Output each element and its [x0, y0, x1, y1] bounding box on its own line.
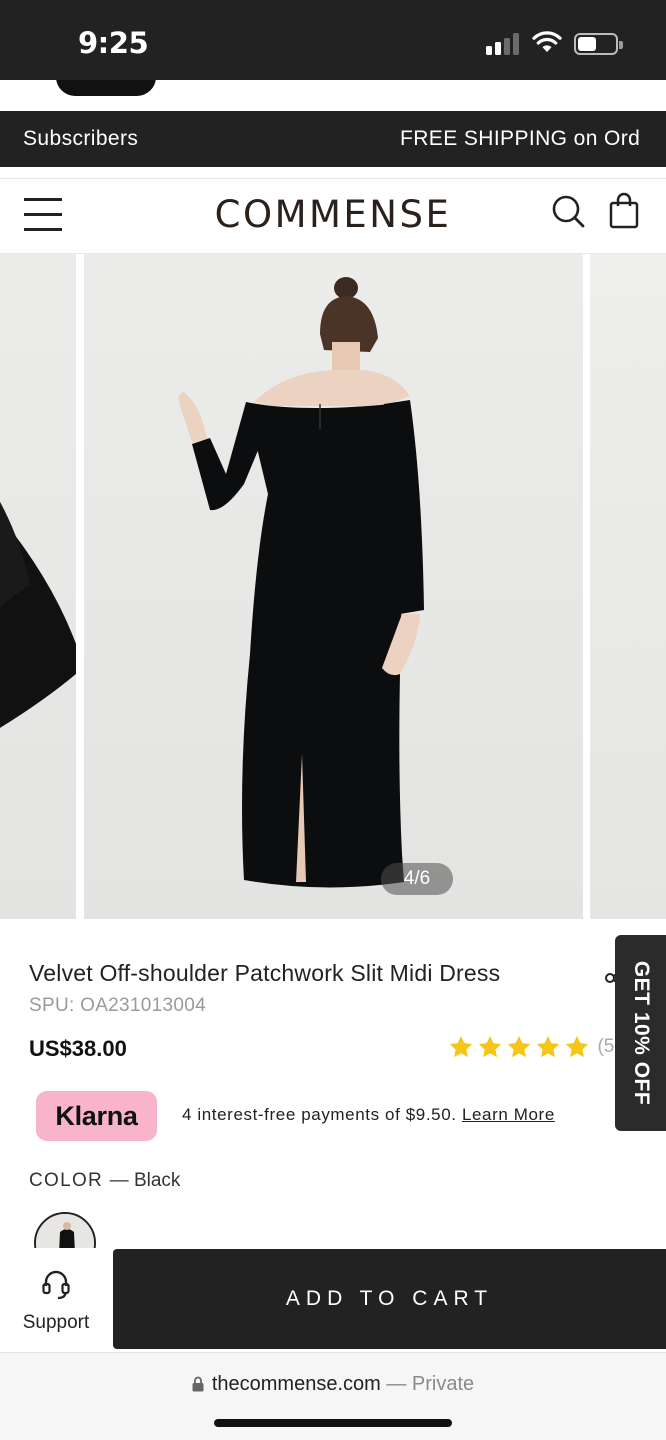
shopping-bag-icon[interactable]: [608, 192, 640, 230]
rating-stars[interactable]: (5): [448, 1034, 621, 1060]
bottom-action-bar: Support ADD TO CART: [0, 1248, 666, 1352]
status-time: 9:25: [78, 26, 149, 60]
color-label: COLOR: [29, 1170, 104, 1191]
gallery-main-image[interactable]: 4/6: [84, 254, 583, 919]
announcement-right[interactable]: FREE SHIPPING on Ord: [400, 127, 640, 151]
model-back-dress-image: [178, 277, 424, 888]
announcement-bar: Subscribers FREE SHIPPING on Ord: [0, 111, 666, 167]
search-icon[interactable]: [550, 193, 586, 229]
headset-icon: [42, 1270, 70, 1300]
url-domain: thecommense.com: [211, 1373, 381, 1395]
gallery-counter: 4/6: [381, 863, 453, 895]
product-image-gallery[interactable]: 4/6: [0, 254, 666, 919]
wifi-icon: [532, 31, 562, 52]
product-title: Velvet Off-shoulder Patchwork Slit Midi …: [29, 960, 501, 986]
status-bar: 9:25: [0, 0, 666, 80]
discount-promo-tab[interactable]: GET 10% OFF: [615, 935, 666, 1131]
klarna-logo: Klarna: [36, 1091, 157, 1141]
signal-icon: [486, 33, 522, 55]
lock-icon: [192, 1376, 204, 1392]
promo-label: GET 10% OFF: [629, 960, 653, 1106]
learn-more-link[interactable]: Learn More: [462, 1105, 555, 1124]
support-label: Support: [22, 1312, 90, 1333]
product-spu: SPU: OA231013004: [29, 995, 206, 1016]
star-icon: [536, 1035, 560, 1058]
gallery-next-image[interactable]: [590, 254, 666, 919]
gallery-prev-image[interactable]: [0, 254, 76, 919]
dress-sleeve-image: [0, 501, 76, 728]
product-price: US$38.00: [29, 1036, 127, 1061]
color-selector-label: COLOR — Black: [29, 1170, 180, 1192]
announcement-left: Subscribers: [23, 127, 139, 150]
selected-color-value: — Black: [109, 1170, 181, 1191]
star-icon: [449, 1035, 473, 1058]
star-icon: [478, 1035, 502, 1058]
scrolled-top-strip: [0, 80, 666, 111]
add-to-cart-button[interactable]: ADD TO CART: [113, 1249, 666, 1349]
battery-icon: [574, 33, 623, 55]
private-label: — Private: [380, 1373, 475, 1395]
browser-address-bar[interactable]: thecommense.com — Private: [0, 1352, 666, 1440]
klarna-info: 4 interest-free payments of $9.50. Learn…: [182, 1105, 555, 1125]
scrolled-button[interactable]: [56, 80, 156, 96]
star-icon: [565, 1035, 589, 1058]
support-button[interactable]: Support: [0, 1248, 112, 1352]
url-display[interactable]: thecommense.com — Private: [0, 1373, 666, 1396]
site-header: COMMENSE: [0, 178, 666, 254]
klarna-payment-text: 4 interest-free payments of $9.50.: [182, 1105, 457, 1124]
home-indicator[interactable]: [214, 1419, 452, 1427]
star-icon: [507, 1035, 531, 1058]
